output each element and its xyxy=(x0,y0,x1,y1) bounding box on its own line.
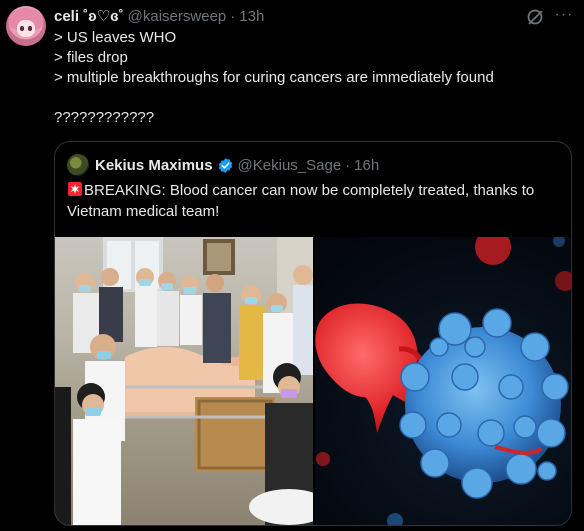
quote-avatar[interactable] xyxy=(67,154,89,176)
more-icon[interactable]: ··· xyxy=(554,7,574,26)
display-name[interactable]: celi ˚ʚ♡ɞ˚ xyxy=(54,7,124,25)
tweet-line: ???????????? xyxy=(54,109,155,126)
tweet-line: > files drop xyxy=(54,49,128,66)
timestamp[interactable]: 13h xyxy=(239,8,264,25)
quote-display-name[interactable]: Kekius Maximus xyxy=(95,157,213,174)
tweet-line xyxy=(54,88,574,108)
handle[interactable]: @kaisersweep xyxy=(128,8,227,25)
quote-header: Kekius Maximus @Kekius_Sage · 16h xyxy=(95,154,379,176)
photo-medical-team[interactable] xyxy=(55,237,313,525)
tweet-text: > US leaves WHO > files drop > multiple … xyxy=(54,28,574,128)
media-grid[interactable] xyxy=(55,237,571,525)
tweet-header: celi ˚ʚ♡ɞ˚ @kaisersweep · 13h xyxy=(54,6,264,26)
quote-handle[interactable]: @Kekius_Sage xyxy=(238,157,342,174)
quoted-tweet[interactable]: Kekius Maximus @Kekius_Sage · 16h BREAKI… xyxy=(54,141,572,526)
grok-icon[interactable] xyxy=(526,8,544,26)
cancer-cells-illustration xyxy=(315,237,571,525)
quote-timestamp[interactable]: 16h xyxy=(354,157,379,174)
tweet-line: > US leaves WHO xyxy=(54,29,177,46)
quote-text-content: BREAKING: Blood cancer can now be comple… xyxy=(67,182,535,220)
tweet-line: > multiple breakthroughs for curing canc… xyxy=(54,69,494,86)
avatar[interactable] xyxy=(6,6,46,46)
photo-cancer-cells[interactable] xyxy=(315,237,571,525)
separator-dot: · xyxy=(230,7,236,25)
verified-badge-icon xyxy=(218,157,232,173)
separator-dot: · xyxy=(345,156,351,174)
siren-icon xyxy=(68,182,82,196)
quote-text: BREAKING: Blood cancer can now be comple… xyxy=(67,180,561,222)
tweet[interactable]: celi ˚ʚ♡ɞ˚ @kaisersweep · 13h ··· > US l… xyxy=(0,0,584,531)
medical-team-illustration xyxy=(55,237,313,525)
